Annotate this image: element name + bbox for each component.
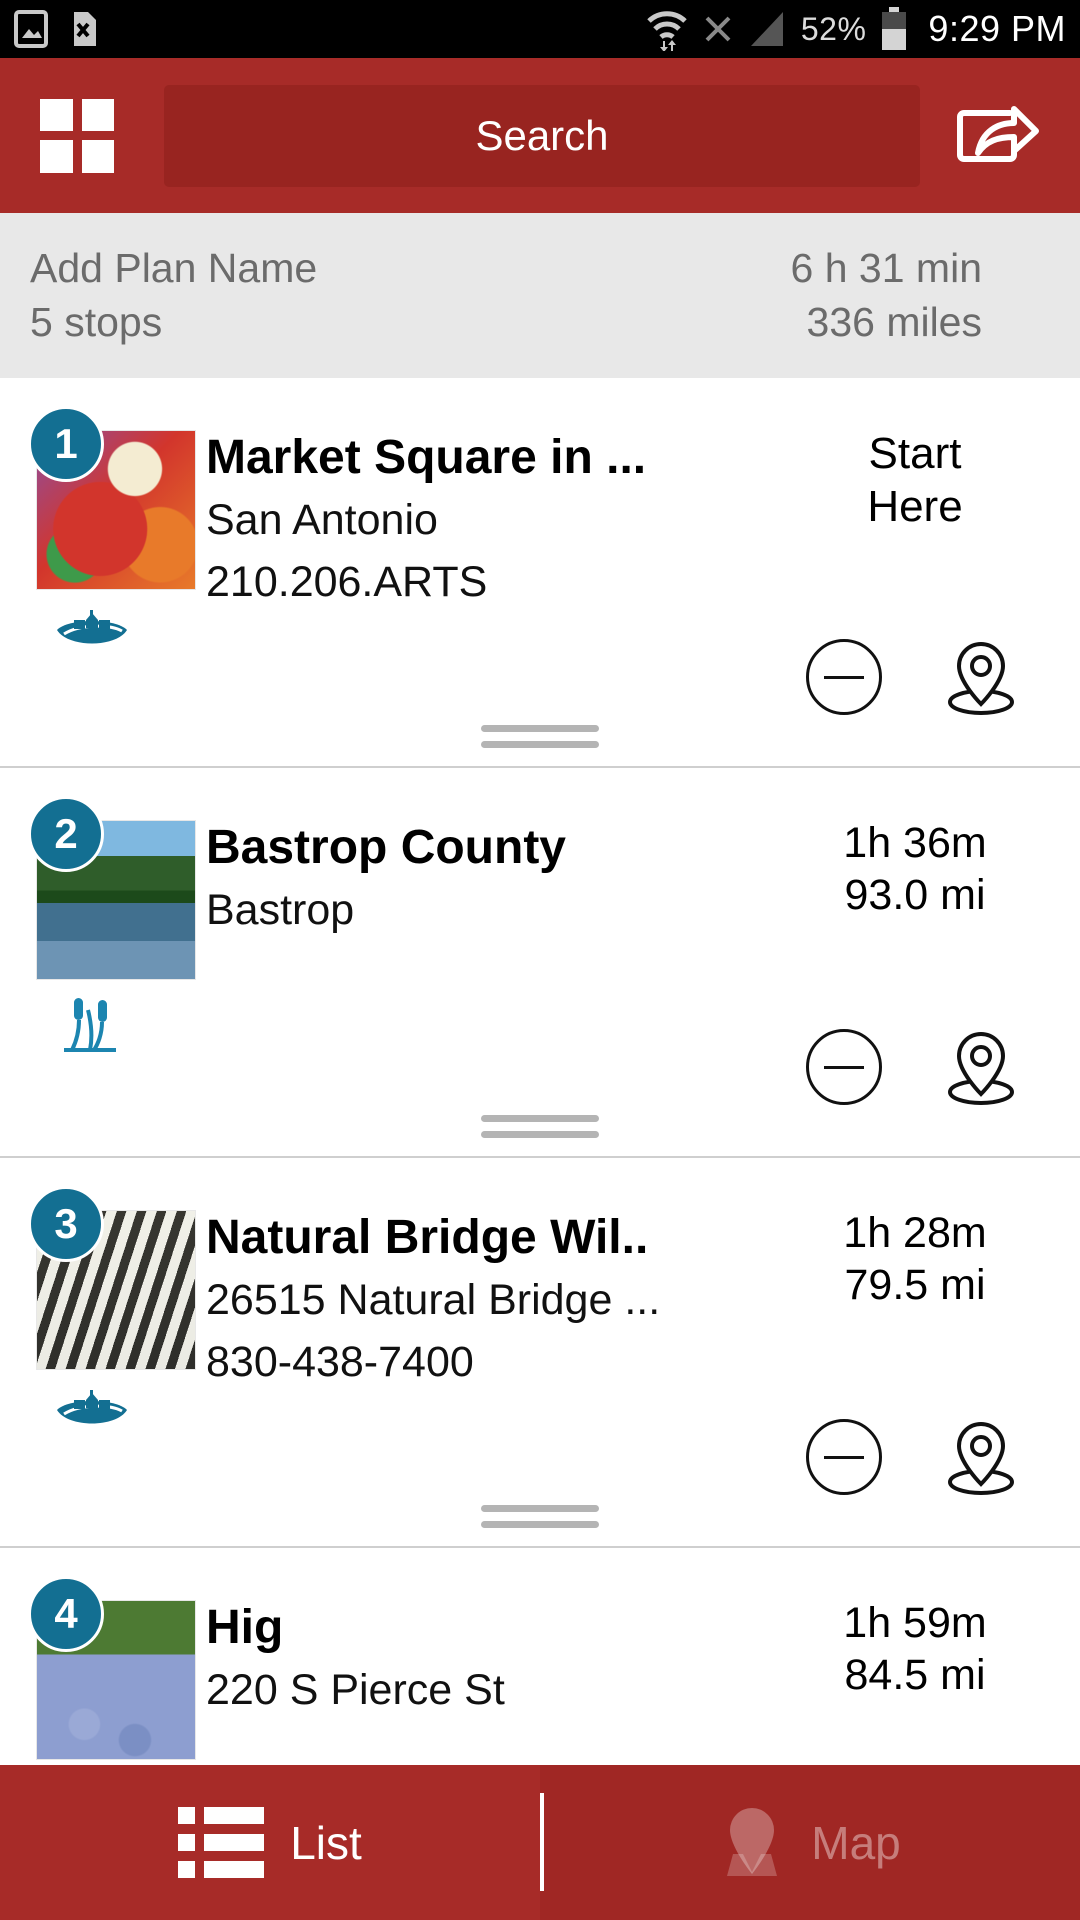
stop-duration: Start [868, 429, 962, 478]
total-duration-label: 6 h 31 min [790, 245, 982, 292]
search-input[interactable]: Search [164, 84, 920, 187]
image-icon [14, 10, 48, 48]
grid-menu-icon[interactable] [40, 98, 114, 173]
stop-thumbnail-group: 2 [0, 796, 206, 1156]
stop-distance: Here [867, 481, 963, 531]
map-pin-icon[interactable] [938, 634, 1024, 720]
minus-circle-icon [824, 1455, 864, 1459]
grid-cell [81, 98, 114, 131]
city-icon [54, 604, 206, 661]
stop-text-group: Market Square in ... San Antonio 210.206… [206, 406, 750, 766]
drag-bar [481, 1521, 599, 1528]
stop-number-badge: 2 [28, 796, 104, 872]
map-pin-icon [727, 1807, 778, 1876]
list-item[interactable]: 2 Bastrop County Bastrop 1h 36m 93.0 mi [0, 768, 1080, 1156]
search-placeholder-label: Search [475, 111, 609, 159]
stop-actions [806, 1414, 1024, 1546]
wifi-icon [647, 11, 687, 51]
remove-stop-button[interactable] [806, 1419, 882, 1495]
remove-stop-button[interactable] [806, 639, 882, 715]
tab-map-label: Map [811, 1816, 901, 1869]
list-item[interactable]: 3 Natural Bridge Wil.. 26515 Natural Bri… [0, 1158, 1080, 1546]
plan-summary-right: 6 h 31 min 336 miles [791, 245, 1050, 345]
tab-list[interactable]: List [0, 1765, 540, 1920]
stop-distance: 84.5 mi [844, 1650, 986, 1699]
plan-summary-bar[interactable]: Add Plan Name 5 stops 6 h 31 min 336 mil… [0, 213, 1080, 378]
stop-text-group: Bastrop County Bastrop [206, 796, 750, 1156]
map-pin-icon[interactable] [938, 1024, 1024, 1110]
sd-card-error-icon [74, 12, 96, 46]
stop-distance: 93.0 mi [844, 870, 986, 919]
share-button[interactable] [954, 101, 1040, 171]
remove-stop-button[interactable] [806, 1029, 882, 1105]
grid-cell [40, 140, 73, 173]
plan-name-label[interactable]: Add Plan Name [30, 245, 317, 292]
stop-subtitle: Bastrop [206, 885, 355, 934]
clock-label: 9:29 PM [928, 8, 1066, 49]
stop-list[interactable]: 1 Market Square in ... San Antonio 210.2… [0, 378, 1080, 1920]
nav-divider [540, 1793, 544, 1891]
stop-number-badge: 3 [28, 1186, 104, 1262]
no-sim-icon [705, 16, 731, 42]
status-bar: 52% 9:29 PM [0, 0, 1080, 58]
stop-duration: 1h 59m [843, 1599, 987, 1647]
stop-meta-group: Start Here [750, 406, 1080, 766]
battery-icon [882, 7, 907, 50]
minus-circle-icon [824, 675, 864, 679]
stop-phone: 210.206.ARTS [206, 557, 488, 606]
stops-count-label: 5 stops [30, 298, 163, 345]
stop-duration: 1h 28m [843, 1209, 987, 1257]
stop-meta-group: 1h 28m 79.5 mi [750, 1186, 1080, 1546]
battery-percent-label: 52% [800, 10, 867, 47]
bottom-navigation: List Map [0, 1765, 1080, 1920]
stop-subtitle: 220 S Pierce St [206, 1665, 505, 1714]
stop-text-group: Natural Bridge Wil.. 26515 Natural Bridg… [206, 1186, 750, 1546]
cattails-icon [54, 994, 206, 1059]
list-icon [178, 1807, 265, 1878]
drag-bar [481, 1115, 599, 1122]
share-icon [957, 105, 1039, 162]
drag-bar [481, 1505, 599, 1512]
stop-subtitle: 26515 Natural Bridge ... [206, 1275, 661, 1324]
grid-cell [40, 98, 73, 131]
stop-title: Natural Bridge Wil.. [206, 1211, 649, 1264]
status-bar-right-icons: 52% 9:29 PM [645, 7, 1066, 51]
drag-bar [481, 741, 599, 748]
stop-title: Bastrop County [206, 821, 566, 874]
stop-phone: 830-438-7400 [206, 1337, 474, 1386]
stop-number-badge: 1 [28, 406, 104, 482]
drag-handle-icon[interactable] [481, 725, 599, 748]
stop-meta-group: 1h 36m 93.0 mi [750, 796, 1080, 1156]
plan-summary-left: Add Plan Name 5 stops [30, 245, 317, 345]
stop-duration: 1h 36m [843, 819, 987, 867]
signal-icon [750, 12, 783, 46]
stop-actions [806, 1024, 1024, 1156]
total-distance-label: 336 miles [806, 298, 982, 345]
list-item[interactable]: 1 Market Square in ... San Antonio 210.2… [0, 378, 1080, 766]
drag-handle-icon[interactable] [481, 1115, 599, 1138]
status-bar-left-icons [14, 10, 98, 48]
app-header: Search [0, 58, 1080, 213]
stop-title: Hig [206, 1601, 284, 1654]
tab-map[interactable]: Map [540, 1765, 1080, 1920]
stop-distance: 79.5 mi [844, 1260, 986, 1309]
drag-handle-icon[interactable] [481, 1505, 599, 1528]
map-pin-icon[interactable] [938, 1414, 1024, 1500]
stop-number-badge: 4 [28, 1576, 104, 1652]
drag-bar [481, 725, 599, 732]
stop-thumbnail-group: 1 [0, 406, 206, 766]
grid-cell [81, 140, 114, 173]
stop-actions [806, 634, 1024, 766]
stop-thumbnail-group: 3 [0, 1186, 206, 1546]
city-icon [54, 1384, 206, 1441]
stop-title: Market Square in ... [206, 431, 647, 484]
drag-bar [481, 1131, 599, 1138]
tab-list-label: List [290, 1816, 362, 1869]
stop-subtitle: San Antonio [206, 495, 438, 544]
minus-circle-icon [824, 1065, 864, 1069]
